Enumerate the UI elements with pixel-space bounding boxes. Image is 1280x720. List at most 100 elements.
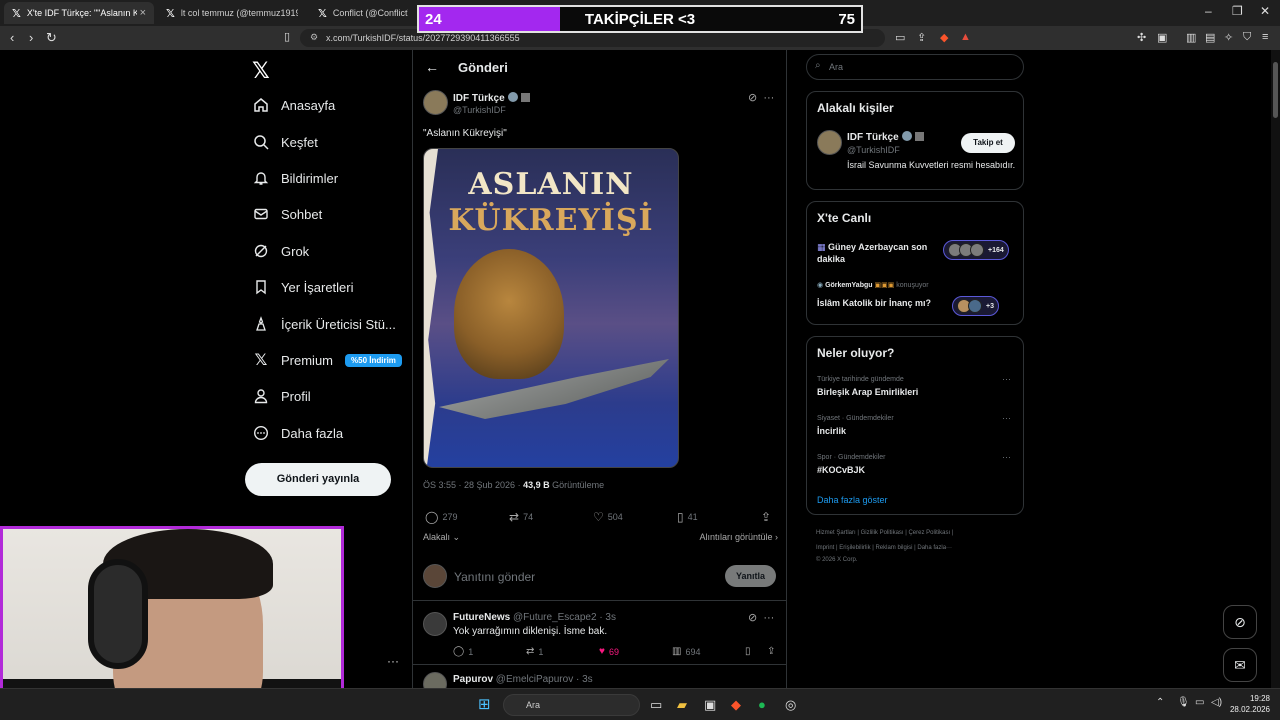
live-listeners-pill[interactable]: +164 (943, 240, 1009, 260)
author-name[interactable]: IDF Türkçe (453, 92, 530, 104)
post-button[interactable]: Gönderi yayınla (245, 463, 391, 496)
cast-icon[interactable]: ▭ (895, 31, 905, 44)
nav-item-premium[interactable]: 𝕏 Premium %50 İndirim (252, 346, 402, 374)
spotify-icon[interactable]: ● (758, 697, 766, 712)
bookmark-action[interactable]: ▯ (745, 646, 751, 657)
screenshot-icon[interactable]: ▣ (1157, 31, 1167, 44)
trend-more-icon[interactable]: ··· (1002, 452, 1011, 462)
live-listeners-pill[interactable]: +3 (952, 296, 999, 316)
footer-links-row1[interactable]: Hizmet Şartları | Gizlilik Politikası | … (816, 530, 953, 536)
retweet-action[interactable]: ⇄ 74 (509, 510, 533, 524)
nav-item-home[interactable]: Anasayfa (252, 91, 335, 119)
taskbar-clock[interactable]: 19:28 28.02.2026 (1228, 693, 1270, 715)
maximize-icon[interactable]: ❐ (1232, 4, 1243, 18)
reply-avatar[interactable] (423, 612, 447, 636)
site-info-icon[interactable]: ⚙ (310, 32, 318, 43)
views-action[interactable]: ▥ 694 (672, 646, 700, 657)
person-name[interactable]: IDF Türkçe (847, 131, 924, 143)
windows-start-icon[interactable]: ⊞ (478, 695, 491, 713)
tray-overflow-icon[interactable]: ⌃ (1156, 697, 1164, 708)
share-icon[interactable]: ⇪ (917, 31, 926, 44)
nav-item-profile[interactable]: Profil (252, 382, 311, 410)
close-window-icon[interactable]: ✕ (1260, 4, 1270, 18)
reply-avatar[interactable] (423, 672, 447, 688)
vpn-icon[interactable]: ⛉ (1243, 31, 1251, 44)
view-quotes-link[interactable]: Alıntıları görüntüle › (699, 532, 778, 542)
volume-icon[interactable]: ◁) (1211, 697, 1222, 708)
page-scrollbar[interactable] (1271, 50, 1280, 688)
trend-name[interactable]: Birleşik Arap Emirlikleri (817, 387, 918, 397)
close-tab-icon[interactable]: × (140, 7, 146, 19)
live-title[interactable]: İslâm Katolik bir İnanç mı? (817, 298, 931, 308)
search-input[interactable]: Ara (806, 54, 1024, 80)
browser-tab-active[interactable]: 𝕏 X'te IDF Türkçe: ""Aslanın Kükre × (4, 2, 154, 24)
footer-links-row2[interactable]: Imprint | Erişilebilirlik | Reklam bilgi… (816, 545, 952, 551)
trend-more-icon[interactable]: ··· (1002, 374, 1011, 384)
reload-icon[interactable]: ↻ (46, 30, 57, 46)
nav-item-creator-studio[interactable]: İçerik Üreticisi Stü... (252, 310, 396, 338)
like-action[interactable]: ♡ 504 (593, 510, 623, 524)
taskbar-search[interactable]: Ara (503, 694, 640, 716)
reply-submit-button[interactable]: Yanıtla (725, 565, 776, 587)
nav-item-bookmarks[interactable]: Yer İşaretleri (252, 273, 354, 301)
browser-tab[interactable]: 𝕏 Conflict (@ConflictTR) / X (310, 2, 416, 24)
messages-fab-icon[interactable]: ✉ (1223, 648, 1257, 682)
extensions-icon[interactable]: ✣ (1137, 31, 1146, 44)
reply-action[interactable]: ◯ 279 (425, 510, 457, 524)
nav-item-notifications[interactable]: Bildirimler (252, 164, 338, 192)
like-action[interactable]: ♥ 69 (599, 646, 619, 657)
back-arrow-icon[interactable]: ← (425, 59, 439, 75)
nav-item-more[interactable]: Daha fazla (252, 419, 343, 447)
trend-more-icon[interactable]: ··· (1002, 413, 1011, 423)
author-handle[interactable]: @TurkishIDF (453, 105, 506, 115)
account-menu-dots-icon[interactable]: ··· (387, 654, 399, 668)
live-item[interactable]: ▦ Güney Azerbaycan son dakika (817, 241, 937, 265)
trend-name[interactable]: #KOCvBJK (817, 465, 865, 475)
reply-author[interactable]: FutureNews @Future_Escape2 · 3s (453, 612, 616, 623)
wallet-icon[interactable]: ▤ (1205, 31, 1215, 44)
minimize-icon[interactable]: – (1205, 4, 1212, 18)
microphone-icon[interactable]: 🎙 (1177, 697, 1190, 708)
author-avatar[interactable] (423, 90, 448, 115)
file-explorer-icon[interactable]: ▰ (677, 697, 687, 713)
share-action[interactable]: ⇪ (767, 646, 775, 657)
rewards-icon[interactable]: ▲ (960, 31, 971, 43)
grok-explain-icon[interactable]: ⊘ (748, 92, 757, 104)
show-more-link[interactable]: Daha fazla göster (817, 495, 888, 505)
network-icon[interactable]: ▭ (1195, 697, 1204, 708)
nav-item-grok[interactable]: Grok (252, 237, 309, 265)
grok-fab-icon[interactable]: ⊘ (1223, 605, 1257, 639)
live-host[interactable]: ◉ GörkemYabgu ▣▣▣ konuşuyor (817, 281, 929, 289)
forward-icon[interactable]: › (29, 30, 33, 45)
sidebar-icon[interactable]: ▥ (1186, 31, 1196, 44)
brave-browser-icon[interactable]: ◆ (731, 697, 741, 713)
scrollbar-thumb[interactable] (1273, 62, 1278, 118)
bookmark-page-icon[interactable]: ▯ (284, 30, 290, 43)
nav-item-chat[interactable]: Sohbet (252, 200, 322, 228)
task-view-icon[interactable]: ▭ (650, 697, 662, 713)
brave-shield-icon[interactable]: ◆ (940, 31, 948, 44)
trend-name[interactable]: İncirlik (817, 426, 846, 436)
bookmark-action[interactable]: ▯ 41 (677, 510, 698, 524)
more-options-icon[interactable]: ··· (763, 612, 774, 624)
follow-button[interactable]: Takip et (961, 133, 1015, 153)
nav-item-explore[interactable]: Keşfet (252, 128, 318, 156)
menu-icon[interactable]: ≡ (1262, 31, 1268, 43)
x-logo-icon[interactable]: 𝕏 (252, 58, 270, 84)
obs-icon[interactable]: ◎ (785, 697, 796, 713)
back-icon[interactable]: ‹ (10, 30, 14, 45)
leo-ai-icon[interactable]: ✧ (1224, 31, 1233, 44)
store-icon[interactable]: ▣ (704, 697, 716, 713)
reply-author[interactable]: Papurov @EmelciPapurov · 3s (453, 674, 593, 685)
person-avatar[interactable] (817, 130, 842, 155)
reply-input[interactable]: Yanıtını gönder (454, 570, 535, 584)
share-action[interactable]: ⇪ (761, 510, 771, 524)
reply-action[interactable]: ◯ 1 (453, 646, 473, 657)
sort-relevant-dropdown[interactable]: Alakalı ⌄ (423, 532, 460, 542)
grok-explain-icon[interactable]: ⊘ (748, 612, 757, 624)
more-options-icon[interactable]: ··· (763, 92, 774, 104)
retweet-action[interactable]: ⇄ 1 (526, 646, 543, 657)
browser-tab[interactable]: 𝕏 lt col temmuz (@temmuz1919) / X (158, 2, 306, 24)
tweet-image[interactable]: ASLANIN KÜKREYİŞİ (423, 148, 679, 468)
tweet-time[interactable]: ÖS 3:55 · 28 Şub 2026 · (423, 480, 523, 490)
